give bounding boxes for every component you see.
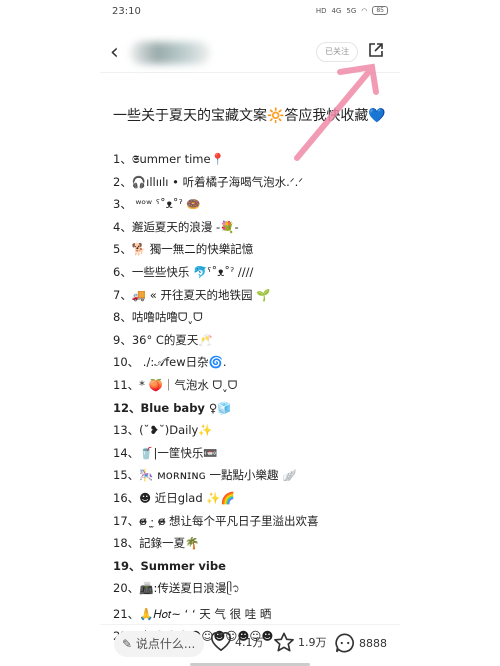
list-item: 4、邂逅夏天的浪漫 -💐- xyxy=(113,219,239,234)
top-nav: ‹ 已关注 xyxy=(100,36,400,73)
list-item: 19、Summer vibe xyxy=(113,558,226,573)
comment-input[interactable]: ✎ 说点什么... xyxy=(114,631,204,657)
share-external-icon[interactable] xyxy=(368,42,384,58)
like-count: 4.1万 xyxy=(235,636,264,649)
list-item: 17、ɞ̴̶̷ ·̫ ɞ̴̶̷ 想让每个平凡日子里溢出欢喜 xyxy=(113,513,319,528)
like-button[interactable]: 4.1万 xyxy=(210,632,264,652)
status-bar: 23:10 HD 4G 5G ◠ 85 xyxy=(112,6,388,22)
hd-icon: HD xyxy=(315,6,327,15)
author-info-blurred[interactable] xyxy=(130,42,210,64)
post-title: 一些关于夏天的宝藏文案🔆答应我快收藏💙 xyxy=(113,108,386,124)
list-item: 3、 ʷᵒʷ ˁ˚ᴥ˚ˀ 🍩 xyxy=(113,197,201,212)
comment-bubble-icon xyxy=(335,633,354,653)
list-item: 11、* 🍑｜气泡水 ᗜˬᗜ xyxy=(113,377,238,392)
list-item: 20、📠:传送夏日浪漫ᥫ᭡ xyxy=(113,581,240,596)
post-content-list: 1、𝕾ummer time📍 2、🎧ıllıılı • 听着橘子海喝气泡水.ᐟ.ᐟ… xyxy=(113,148,403,648)
list-item: 16、☻ 近日glad ✨🌈 xyxy=(113,490,235,505)
heart-icon xyxy=(211,632,231,652)
bottom-action-bar: ✎ 说点什么... 4.1万 1.9万 8888 xyxy=(100,624,400,661)
list-item: 15、🎠 ᴍᴏʀɴɪɴɢ 一點點小樂趣 🪽 xyxy=(113,468,297,483)
list-item: 10、 ./:𝒜few日杂🌀. xyxy=(113,355,227,370)
wifi-icon: ◠ xyxy=(361,6,368,15)
list-item: 18、記錄一夏🌴 xyxy=(113,536,200,551)
list-item: 14、🥤|一筐快乐📼 xyxy=(113,445,218,460)
follow-button[interactable]: 已关注 xyxy=(316,42,358,62)
list-item: 12、Blue baby ♀🧊 xyxy=(113,400,232,415)
list-item: 1、𝕾ummer time📍 xyxy=(113,152,225,166)
status-time: 23:10 xyxy=(112,6,141,17)
list-item: 6、一些些快乐 🐬ˁ˚ᴥ˚ˀ //// xyxy=(113,264,254,279)
signal-4g-icon: 4G xyxy=(331,6,342,15)
comment-count: 8888 xyxy=(359,636,387,650)
chevron-left-icon[interactable]: ‹ xyxy=(110,40,119,65)
signal-5g-icon: 5G xyxy=(346,6,357,15)
favorite-button[interactable]: 1.9万 xyxy=(273,632,327,652)
star-icon xyxy=(274,632,294,652)
list-item: 7、🚚 « 开往夏天的地铁园 🌱 xyxy=(113,287,271,302)
status-icons: HD 4G 5G ◠ 85 xyxy=(316,6,388,15)
list-item: 8、咕噜咕噜ᗜˬᗜ xyxy=(113,310,203,325)
favorite-count: 1.9万 xyxy=(298,636,327,649)
list-item: 13、(˘❥˘)Daily✨ xyxy=(113,423,213,438)
comment-button[interactable]: 8888 xyxy=(334,632,387,654)
list-item: 2、🎧ıllıılı • 听着橘子海喝气泡水.ᐟ.ᐟ xyxy=(113,174,304,189)
list-item: 5、🐕 獨一無二的快樂記憶 xyxy=(113,242,254,257)
list-item: 9、36° C的夏天🥂 xyxy=(113,332,213,347)
list-item: 21、🙏𝐻𝑜𝑡~ ʻ ʻ 天 气 很 哇 晒 xyxy=(113,606,272,621)
battery-icon: 85 xyxy=(372,6,388,15)
